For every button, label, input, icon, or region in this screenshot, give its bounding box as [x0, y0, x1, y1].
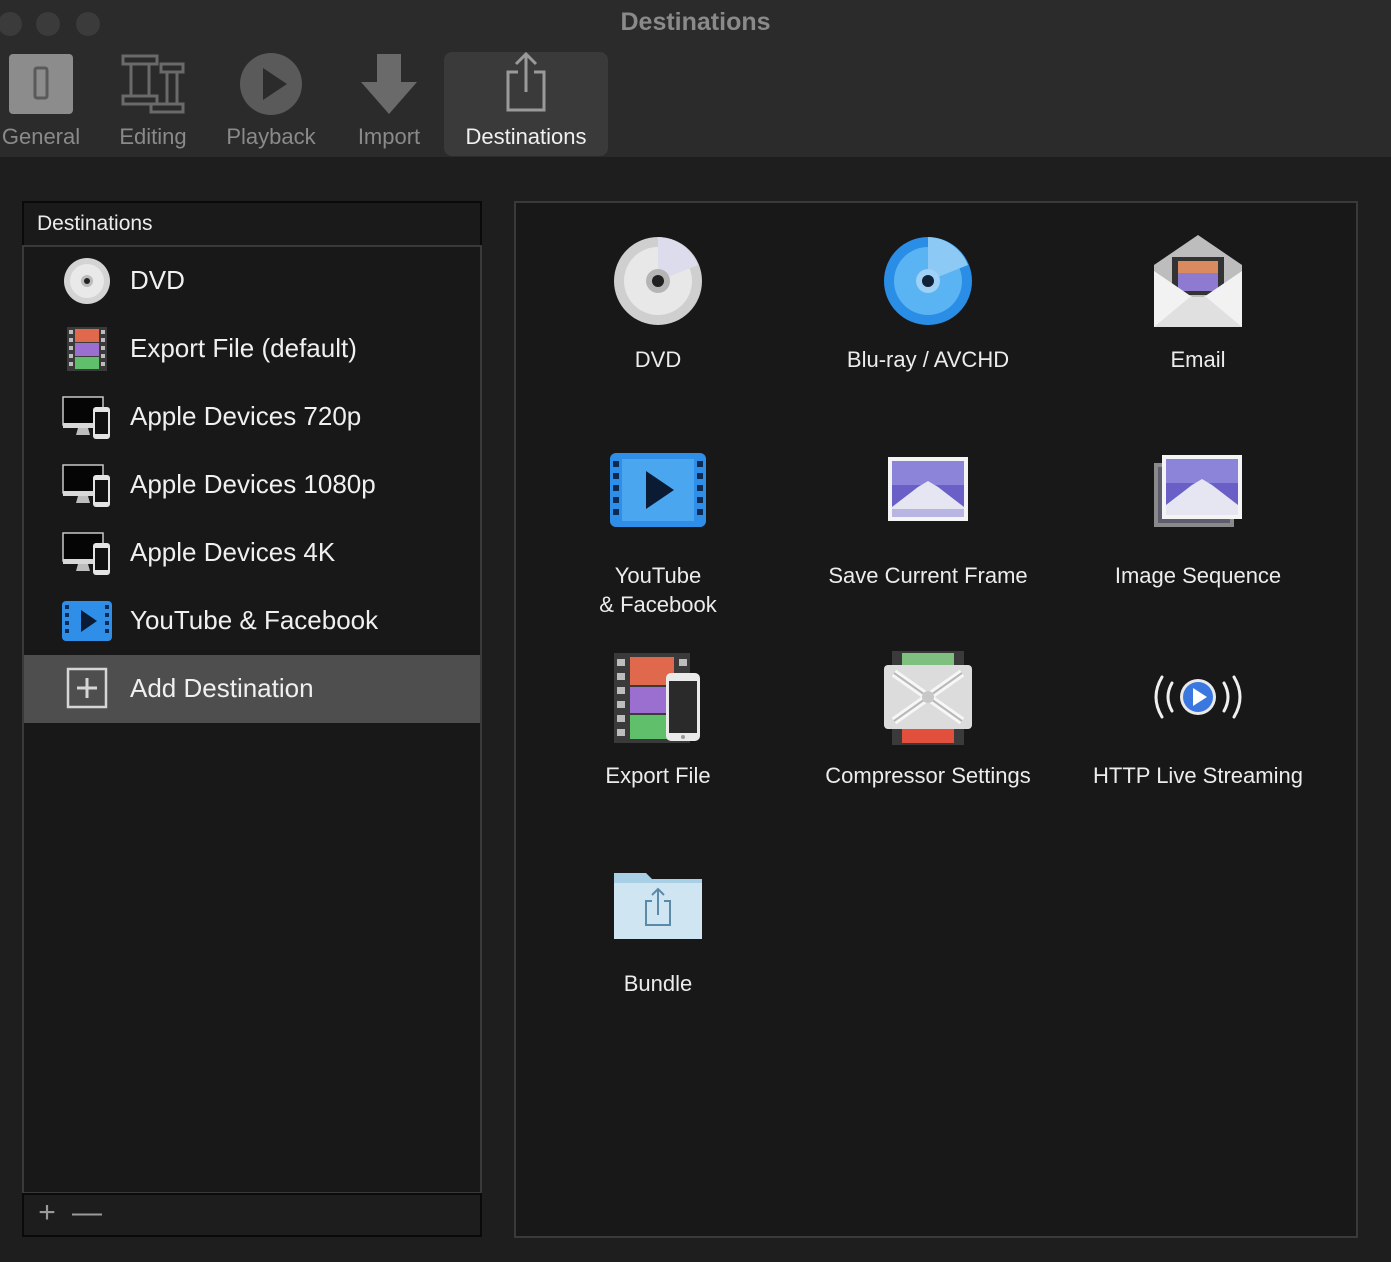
destination-label: Image Sequence — [1114, 563, 1282, 588]
apple-devices-icon — [62, 393, 112, 441]
tab-playback-label: Playback — [226, 124, 316, 149]
film-strip-icon — [62, 325, 112, 373]
video-play-icon — [608, 451, 708, 551]
destination-youtube-facebook[interactable]: YouTube & Facebook — [528, 451, 788, 631]
destination-label: Save Current Frame — [828, 563, 1028, 588]
tab-general[interactable]: General — [0, 52, 82, 156]
mountain-picture-icon — [878, 451, 978, 551]
stacked-pictures-icon — [1148, 451, 1248, 551]
destination-save-current-frame[interactable]: Save Current Frame — [798, 451, 1058, 631]
window-title: Destinations — [620, 8, 771, 36]
apple-devices-icon — [62, 461, 112, 509]
sidebar-item-export-file[interactable]: Export File (default) — [24, 315, 480, 383]
sidebar-item-label: Apple Devices 4K — [130, 537, 336, 567]
tab-destinations[interactable]: Destinations — [444, 52, 608, 156]
switch-icon — [9, 52, 73, 116]
title-bar: Destinations General Editing Playback Im… — [0, 0, 1391, 157]
sidebar-item-label: Apple Devices 1080p — [130, 469, 376, 499]
sidebar-item-add-destination[interactable]: Add Destination — [24, 655, 480, 723]
film-phone-icon — [608, 651, 708, 751]
destination-label: Bundle — [623, 971, 693, 996]
destination-email[interactable]: Email — [1068, 235, 1328, 415]
sidebar-item-apple-devices-4k[interactable]: Apple Devices 4K — [24, 519, 480, 587]
sidebar-item-youtube-facebook[interactable]: YouTube & Facebook — [24, 587, 480, 655]
sidebar-item-label: DVD — [130, 265, 185, 295]
destination-label: Export File — [605, 763, 711, 788]
sidebar-item-label: Apple Devices 720p — [130, 401, 362, 431]
sidebar-header-label: Destinations — [37, 212, 153, 235]
sidebar-item-label: Add Destination — [130, 673, 314, 703]
destination-label: Compressor Settings — [825, 763, 1031, 788]
destination-label: Email — [1170, 347, 1226, 372]
sidebar-item-apple-devices-720p[interactable]: Apple Devices 720p — [24, 383, 480, 451]
destination-bluray[interactable]: Blu-ray / AVCHD — [798, 235, 1058, 415]
tab-playback[interactable]: Playback — [222, 52, 320, 156]
download-arrow-icon — [357, 52, 421, 116]
film-editing-icon — [121, 52, 185, 116]
sidebar-item-label: YouTube & Facebook — [130, 605, 379, 635]
destination-label: HTTP Live Streaming — [1093, 763, 1303, 788]
destination-export-file[interactable]: Export File — [528, 651, 788, 831]
destination-dvd[interactable]: DVD — [528, 235, 788, 415]
destination-compressor-settings[interactable]: Compressor Settings — [798, 651, 1058, 831]
destination-label: YouTube & Facebook — [599, 563, 717, 617]
sidebar-item-apple-devices-1080p[interactable]: Apple Devices 1080p — [24, 451, 480, 519]
sidebar-item-dvd[interactable]: DVD — [24, 247, 480, 315]
live-stream-icon — [1148, 651, 1248, 751]
dvd-disc-icon — [62, 257, 112, 305]
destination-label: Blu-ray / AVCHD — [846, 347, 1010, 372]
tab-destinations-label: Destinations — [465, 124, 587, 149]
share-folder-icon — [608, 859, 708, 959]
destination-image-sequence[interactable]: Image Sequence — [1068, 451, 1328, 631]
tab-editing-label: Editing — [119, 124, 187, 149]
tab-import-label: Import — [357, 124, 421, 149]
share-icon — [494, 52, 558, 116]
apple-devices-icon — [62, 529, 112, 577]
tab-editing[interactable]: Editing — [110, 52, 196, 156]
destination-label: DVD — [634, 347, 682, 372]
tab-general-label: General — [1, 124, 81, 149]
add-destination-button[interactable]: + — [32, 1198, 62, 1228]
play-icon — [239, 52, 303, 116]
plus-box-icon — [62, 665, 112, 713]
video-play-icon — [62, 597, 112, 645]
bluray-disc-icon — [878, 235, 978, 335]
tab-import[interactable]: Import — [350, 52, 428, 156]
email-envelope-icon — [1148, 235, 1248, 335]
remove-destination-button[interactable]: — — [72, 1198, 102, 1228]
destination-bundle[interactable]: Bundle — [528, 859, 788, 1039]
compressor-icon — [878, 651, 978, 751]
destination-types-grid: DVD Blu-ray / AVCHD Email YouTube & Face… — [514, 201, 1358, 1238]
dvd-disc-icon — [608, 235, 708, 335]
sidebar-footer: + — — [22, 1193, 482, 1237]
sidebar-item-label: Export File (default) — [130, 333, 357, 363]
destinations-list[interactable]: DVD Export File (default) Apple Devices … — [22, 245, 482, 1194]
sidebar-header: Destinations — [22, 201, 482, 247]
destination-http-live-streaming[interactable]: HTTP Live Streaming — [1068, 651, 1328, 831]
